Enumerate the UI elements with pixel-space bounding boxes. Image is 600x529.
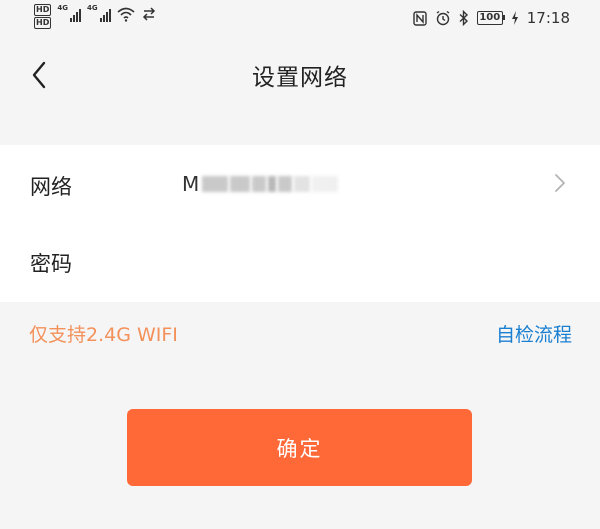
password-label: 密码 [30,252,72,276]
charging-icon [511,11,518,25]
bluetooth-icon [459,10,468,26]
wifi-icon [117,7,135,22]
network-name-value: M [182,172,339,196]
wifi-form: 网络 M 密码 [0,145,600,302]
status-bar: HD HD 4G 4G 100 17:18 [0,0,600,38]
hd-icons: HD HD [34,4,52,29]
self-check-link[interactable]: 自检流程 [496,320,572,347]
confirm-button[interactable]: 确定 [127,409,472,486]
hd-icon: HD [34,17,52,29]
status-right: 100 17:18 [413,9,570,27]
alarm-icon [436,10,450,26]
nav-bar: 设置网络 [0,38,600,114]
network-label: 网络 [30,175,72,199]
network-name-text: M [182,172,200,196]
network-row[interactable]: 网络 M [0,145,600,223]
nfc-icon [413,10,427,26]
wifi-band-hint: 仅支持2.4G WIFI [29,324,178,346]
sim2-network-type: 4G [86,4,98,12]
status-left: HD HD 4G 4G [34,4,157,29]
password-input[interactable] [182,240,556,286]
network-name-redacted [202,176,339,192]
signal-icon: 4G [57,4,81,22]
battery-icon: 100 [476,11,505,25]
signal-icon: 4G [87,4,111,22]
password-row: 密码 [0,224,600,302]
status-time: 17:18 [526,9,570,27]
sim1-network-type: 4G [57,4,68,12]
page-title: 设置网络 [252,65,348,91]
data-transfer-icon [142,7,155,21]
hd-icon: HD [34,4,52,16]
chevron-right-icon[interactable] [554,173,566,193]
